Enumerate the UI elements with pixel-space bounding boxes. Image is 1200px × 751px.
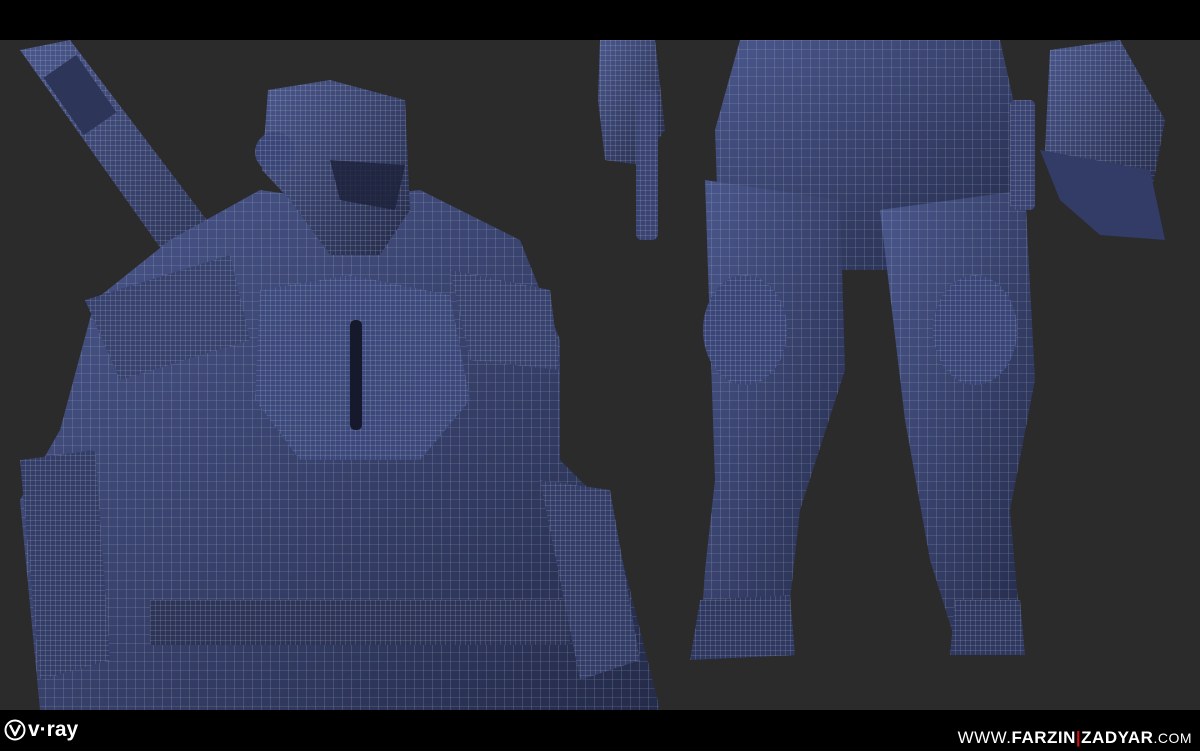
wireframe-render [20,40,1165,710]
letterbox-top [0,0,1200,40]
credit-last-name: ZADYAR [1081,728,1154,747]
credit-first-name: FARZIN [1011,728,1076,747]
vray-v-icon [4,719,26,741]
vray-brand-text: v·ray [28,718,79,741]
render-viewport [0,40,1200,710]
website-credit: WWW.FARZIN|ZADYAR.COM [958,728,1192,748]
credit-prefix: WWW. [957,728,1012,747]
soldier-torso [20,190,660,710]
vray-logo: v·ray [4,715,78,745]
soldier-legs [690,40,1035,660]
credit-suffix: .COM [1153,730,1192,746]
